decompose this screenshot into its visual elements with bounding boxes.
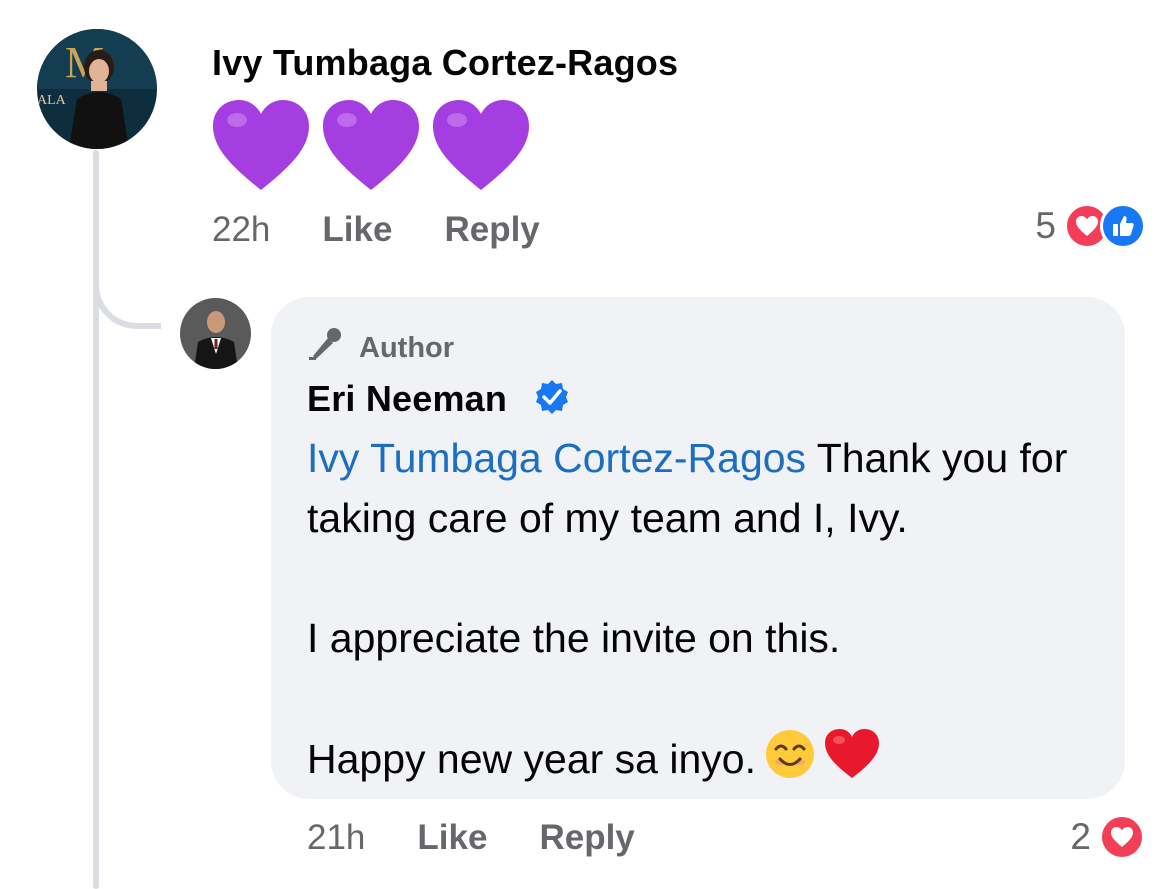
thread-connector (93, 255, 161, 329)
reaction-summary[interactable]: 2 (1070, 814, 1145, 860)
like-button[interactable]: Like (417, 818, 487, 858)
reaction-count: 2 (1070, 816, 1091, 857)
reply-author-name[interactable]: Eri Neeman (307, 378, 507, 420)
avatar[interactable] (180, 298, 251, 369)
verified-badge-icon (533, 378, 571, 421)
reaction-summary[interactable]: 5 (1035, 203, 1146, 249)
purple-heart-icon (211, 98, 311, 194)
purple-heart-icon (431, 98, 531, 194)
comment-timestamp[interactable]: 22h (212, 210, 270, 250)
reply-button[interactable]: Reply (444, 210, 539, 250)
reaction-count: 5 (1035, 205, 1056, 246)
smiling-face-icon (764, 728, 816, 796)
reply-actions: 21h Like Reply (307, 818, 687, 858)
like-button[interactable]: Like (322, 210, 392, 250)
author-badge-label: Author (359, 331, 455, 364)
red-heart-icon (824, 728, 880, 796)
reply-timestamp[interactable]: 21h (307, 818, 365, 858)
love-icon (1099, 814, 1145, 860)
svg-text:ALA: ALA (37, 93, 67, 108)
comment-actions: 22h Like Reply (212, 210, 592, 250)
avatar[interactable]: M ALA (37, 29, 157, 149)
reply-text: Ivy Tumbaga Cortez-Ragos Thank you for t… (307, 428, 1107, 796)
reply-line: Happy new year sa inyo. (307, 735, 756, 782)
like-icon (1100, 203, 1146, 249)
mention-link[interactable]: Ivy Tumbaga Cortez-Ragos (307, 435, 806, 481)
microphone-icon (307, 326, 359, 370)
reply-paragraph: Ivy Tumbaga Cortez-Ragos Thank you for t… (307, 428, 1107, 548)
purple-heart-icon (321, 98, 421, 194)
reply-line: I appreciate the invite on this. (307, 615, 841, 661)
comment-author-name[interactable]: Ivy Tumbaga Cortez-Ragos (212, 42, 678, 84)
reply-paragraph: Happy new year sa inyo. (307, 728, 1107, 796)
reply-button[interactable]: Reply (539, 818, 634, 858)
author-badge: Author (307, 326, 454, 370)
comment-content (211, 98, 531, 194)
